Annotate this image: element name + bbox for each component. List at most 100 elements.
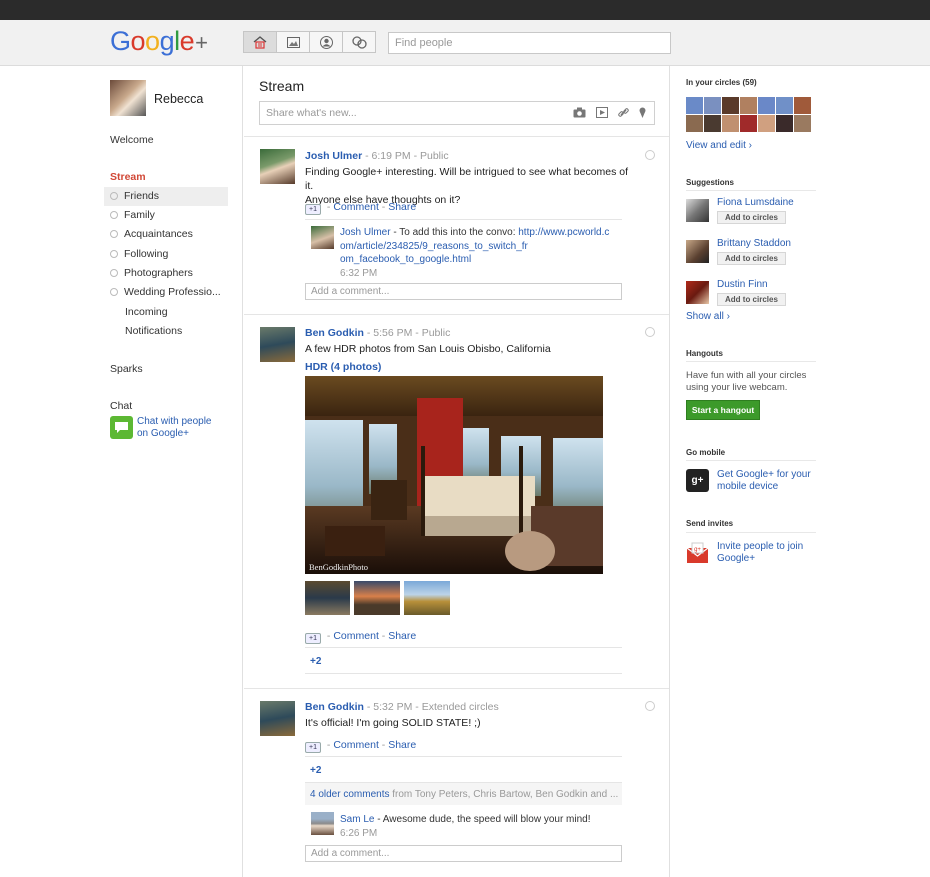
post-photo[interactable]: BenGodkinPhoto: [305, 376, 603, 574]
add-comment-input[interactable]: Add a comment...: [305, 845, 622, 862]
author-name[interactable]: Ben Godkin: [305, 701, 364, 713]
share-link[interactable]: Share: [388, 739, 416, 751]
mobile-link[interactable]: Get Google+ for your mobile device: [717, 469, 811, 492]
share-input[interactable]: Share what's new...: [259, 101, 655, 125]
mobile-icon[interactable]: g+: [686, 469, 709, 492]
avatar[interactable]: [794, 97, 811, 114]
sidebar-item-friends[interactable]: Friends: [104, 187, 228, 206]
post-time[interactable]: 5:32 PM: [373, 701, 412, 713]
avatar[interactable]: [740, 115, 757, 132]
avatar[interactable]: [704, 97, 721, 114]
sidebar-item-family[interactable]: Family: [104, 206, 228, 225]
plus-one-button[interactable]: +1: [305, 204, 321, 215]
post-visibility[interactable]: Public: [422, 327, 451, 339]
find-people-input[interactable]: Find people: [388, 32, 671, 54]
share-link[interactable]: Share: [388, 630, 416, 642]
sidebar-item-wedding-professionals[interactable]: Wedding Professio...: [104, 283, 228, 302]
author-name[interactable]: Ben Godkin: [305, 327, 364, 339]
video-icon[interactable]: [596, 107, 608, 118]
location-icon[interactable]: [639, 107, 646, 118]
avatar[interactable]: [704, 115, 721, 132]
nav-photos-button[interactable]: [276, 31, 310, 53]
post-visibility[interactable]: Extended circles: [422, 701, 499, 713]
post-card: Ben Godkin - 5:32 PM - Extended circles …: [244, 688, 669, 877]
comment-url[interactable]: http://www.pcworld.c: [518, 227, 609, 238]
nav-home-button[interactable]: [243, 31, 277, 53]
avatar[interactable]: [740, 97, 757, 114]
commenter-avatar[interactable]: [311, 812, 334, 835]
sidebar-item-following[interactable]: Following: [104, 245, 228, 264]
add-comment-input[interactable]: Add a comment...: [305, 283, 622, 300]
user-avatar[interactable]: [110, 80, 146, 116]
avatar[interactable]: [776, 97, 793, 114]
commenter-name[interactable]: Sam Le: [340, 814, 374, 825]
author-avatar[interactable]: [260, 327, 295, 362]
commenter-avatar[interactable]: [311, 226, 334, 249]
avatar[interactable]: [722, 97, 739, 114]
comment-link[interactable]: Comment: [333, 630, 379, 642]
suggestion-avatar[interactable]: [686, 240, 709, 263]
photo-thumbnail[interactable]: [354, 581, 400, 615]
share-link[interactable]: Share: [388, 201, 416, 213]
sidebar-sparks[interactable]: Sparks: [110, 363, 234, 375]
chat-icon[interactable]: [110, 416, 133, 439]
plus-one-button[interactable]: +1: [305, 742, 321, 753]
circle-icon: [110, 192, 118, 200]
sidebar-item-incoming[interactable]: Incoming: [104, 303, 228, 322]
invite-link[interactable]: Invite people to join Google+: [717, 541, 803, 564]
sidebar-item-notifications[interactable]: Notifications: [104, 322, 228, 341]
show-all-link[interactable]: Show all ›: [686, 311, 730, 322]
chat-link[interactable]: Chat with people on Google+: [137, 416, 212, 440]
google-plus-logo[interactable]: Google+: [110, 26, 208, 57]
suggestion-avatar[interactable]: [686, 281, 709, 304]
post-menu-icon[interactable]: [645, 701, 655, 711]
avatar[interactable]: [758, 115, 775, 132]
camera-icon[interactable]: [573, 107, 586, 118]
plus-one-button[interactable]: +1: [305, 633, 321, 644]
photo-thumbnail[interactable]: [305, 581, 350, 615]
suggestion-name[interactable]: Dustin Finn: [717, 279, 768, 290]
comment-link[interactable]: Comment: [333, 201, 379, 213]
plus-count[interactable]: +2: [310, 765, 321, 776]
avatar[interactable]: [776, 115, 793, 132]
post-menu-icon[interactable]: [645, 150, 655, 160]
commenter-name[interactable]: Josh Ulmer: [340, 227, 391, 238]
photo-thumbnail[interactable]: [404, 581, 450, 615]
avatar[interactable]: [686, 97, 703, 114]
author-avatar[interactable]: [260, 149, 295, 184]
avatar[interactable]: [686, 115, 703, 132]
plus-count[interactable]: +2: [310, 656, 321, 667]
add-to-circles-button[interactable]: Add to circles: [717, 293, 786, 306]
author-name[interactable]: Josh Ulmer: [305, 150, 362, 162]
nav-circles-button[interactable]: [342, 31, 376, 53]
avatar[interactable]: [722, 115, 739, 132]
suggestion-avatar[interactable]: [686, 199, 709, 222]
add-to-circles-button[interactable]: Add to circles: [717, 252, 786, 265]
suggestions-title: Suggestions: [686, 178, 735, 187]
sidebar-welcome[interactable]: Welcome: [110, 134, 234, 146]
sidebar-item-photographers[interactable]: Photographers: [104, 264, 228, 283]
suggestion-name[interactable]: Brittany Staddon: [717, 238, 791, 249]
invite-mail-icon[interactable]: g+: [686, 542, 709, 565]
post-text: It's official! I'm going SOLID STATE! ;): [305, 717, 481, 729]
user-name[interactable]: Rebecca: [154, 92, 203, 106]
avatar[interactable]: [758, 97, 775, 114]
post-menu-icon[interactable]: [645, 327, 655, 337]
sidebar-item-acquaintances[interactable]: Acquaintances: [104, 225, 228, 244]
add-to-circles-button[interactable]: Add to circles: [717, 211, 786, 224]
suggestion-name[interactable]: Fiona Lumsdaine: [717, 197, 794, 208]
circle-avatars-grid[interactable]: [686, 97, 811, 132]
link-icon[interactable]: [618, 107, 629, 118]
view-edit-circles-link[interactable]: View and edit ›: [686, 140, 752, 151]
post-time[interactable]: 5:56 PM: [373, 327, 412, 339]
post-time[interactable]: 6:19 PM: [372, 150, 411, 162]
album-link[interactable]: HDR (4 photos): [305, 360, 630, 374]
sidebar-stream[interactable]: Stream: [110, 171, 234, 183]
avatar[interactable]: [794, 115, 811, 132]
older-comments-bar[interactable]: 4 older comments from Tony Peters, Chris…: [305, 783, 622, 805]
start-hangout-button[interactable]: Start a hangout: [686, 400, 760, 420]
post-visibility[interactable]: Public: [420, 150, 449, 162]
nav-profile-button[interactable]: [309, 31, 343, 53]
author-avatar[interactable]: [260, 701, 295, 736]
comment-link[interactable]: Comment: [333, 739, 379, 751]
